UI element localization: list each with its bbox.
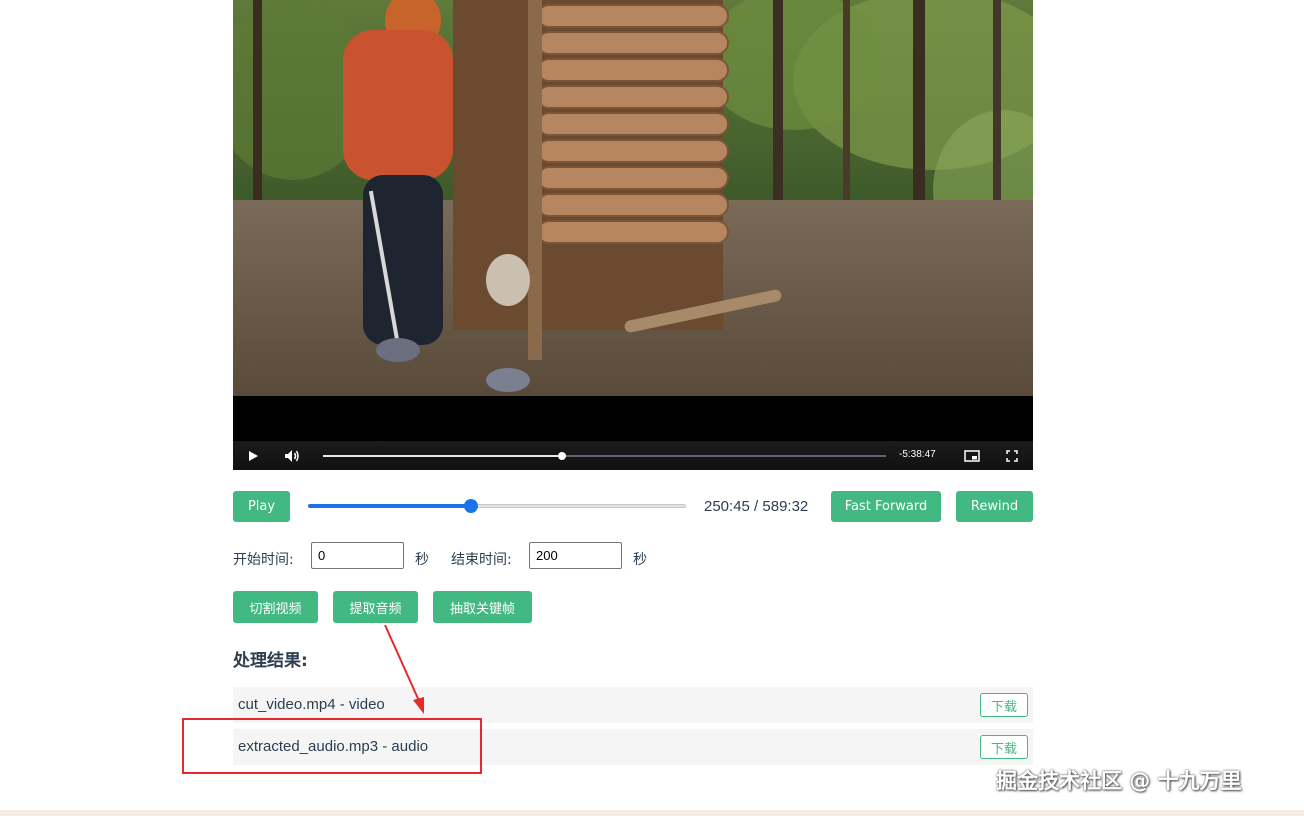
video-progress-thumb[interactable] — [558, 452, 567, 460]
watermark: 掘金技术社区 @ 十九万里 — [996, 769, 1242, 793]
picture-in-picture-icon — [964, 449, 980, 462]
volume-icon — [285, 449, 299, 462]
seek-slider-fill — [308, 504, 471, 508]
play-button[interactable]: Play — [233, 491, 290, 522]
video-scene-image — [233, 0, 1033, 396]
annotation-highlight-box — [182, 718, 482, 774]
cut-video-button[interactable]: 切割视频 — [233, 591, 318, 623]
result-item-text: cut_video.mp4 - video — [238, 696, 385, 713]
extract-audio-button[interactable]: 提取音频 — [333, 591, 418, 623]
start-time-unit: 秒 — [415, 552, 429, 568]
video-controls-bar: -5:38:47 — [233, 441, 1033, 470]
download-button[interactable]: 下载 — [980, 735, 1028, 759]
start-time-input[interactable] — [311, 542, 404, 569]
time-display: 250:45 / 589:32 — [704, 498, 809, 515]
play-icon — [249, 450, 258, 461]
video-volume-button[interactable] — [278, 441, 306, 470]
end-time-unit: 秒 — [633, 552, 647, 568]
video-progress-fill — [323, 455, 563, 457]
seek-slider-thumb[interactable] — [463, 499, 478, 513]
video-play-button[interactable] — [239, 441, 267, 470]
video-player[interactable]: -5:38:47 — [233, 0, 1033, 470]
video-progress-bar[interactable] — [323, 452, 886, 460]
picture-in-picture-button[interactable] — [958, 441, 986, 470]
fast-forward-button[interactable]: Fast Forward — [831, 491, 941, 522]
extract-keyframes-button[interactable]: 抽取关键帧 — [433, 591, 532, 623]
video-frame[interactable] — [233, 0, 1033, 396]
end-time-label: 结束时间: — [451, 552, 512, 568]
seek-slider[interactable] — [308, 499, 686, 513]
rewind-button[interactable]: Rewind — [956, 491, 1033, 522]
start-time-label: 开始时间: — [233, 552, 294, 568]
results-title: 处理结果: — [233, 651, 308, 671]
fullscreen-icon — [1006, 449, 1018, 462]
video-remaining-time: -5:38:47 — [899, 449, 936, 460]
page-bottom-strip — [0, 810, 1304, 816]
download-button[interactable]: 下载 — [980, 693, 1028, 717]
fullscreen-button[interactable] — [998, 441, 1026, 470]
end-time-input[interactable] — [529, 542, 622, 569]
